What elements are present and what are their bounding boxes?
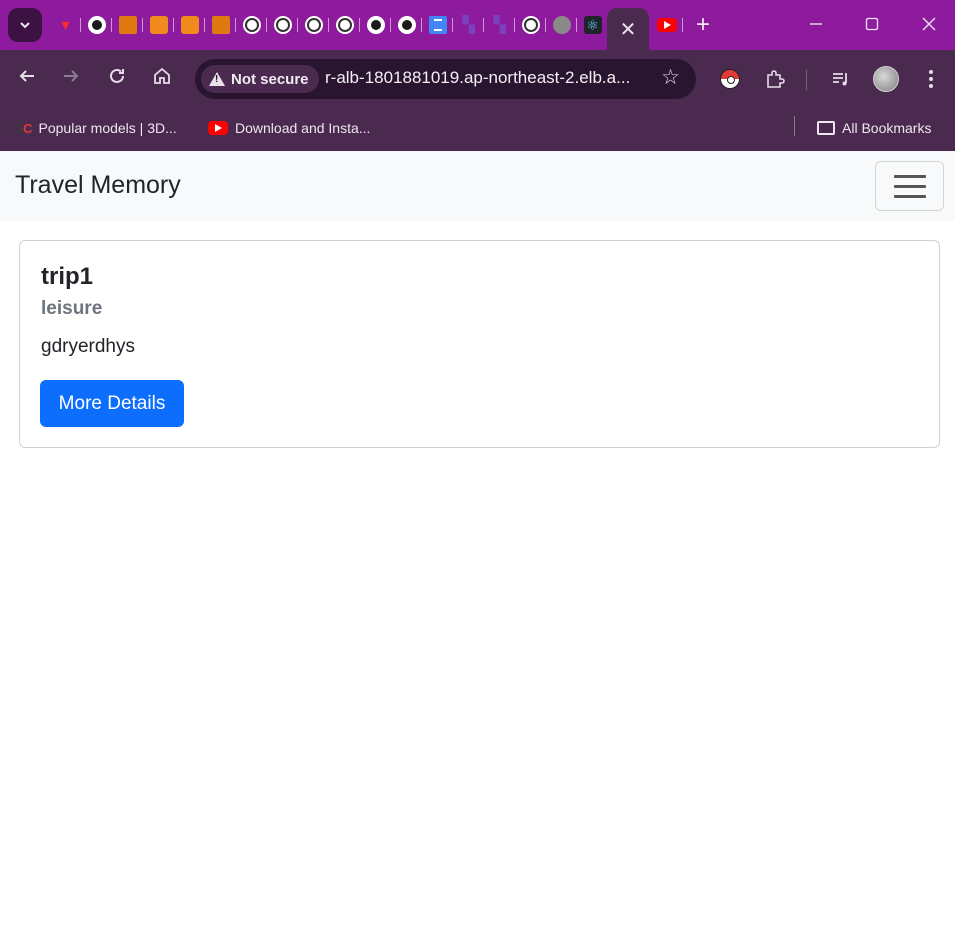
home-icon bbox=[154, 67, 170, 84]
browser-tab-strip: ▾ ▚ ▚ ⚛ ✕ + bbox=[0, 0, 955, 50]
navbar-toggler-button[interactable] bbox=[875, 161, 944, 211]
tab-globe[interactable] bbox=[546, 12, 577, 38]
tab-vercel[interactable]: ▾ bbox=[50, 12, 81, 38]
bookmarks-divider bbox=[794, 116, 795, 136]
more-details-button[interactable]: More Details bbox=[40, 380, 184, 427]
github-icon bbox=[366, 16, 385, 34]
pinned-tabs: ▾ ▚ ▚ ⚛ bbox=[50, 12, 608, 38]
bookmarks-bar: GC Popular models | 3D... Download and I… bbox=[0, 108, 955, 151]
tab-openai[interactable] bbox=[298, 12, 329, 38]
trip-title: trip1 bbox=[41, 263, 94, 290]
react-icon: ⚛ bbox=[583, 16, 602, 34]
openai-icon bbox=[521, 16, 540, 34]
url-text[interactable]: r-alb-1801881019.ap-northeast-2.elb.a... bbox=[325, 68, 645, 88]
gc-icon: GC bbox=[14, 120, 33, 136]
avatar bbox=[873, 66, 899, 92]
pokemon-extension-button[interactable] bbox=[715, 64, 745, 94]
back-arrow-icon bbox=[19, 70, 34, 82]
tab-youtube[interactable] bbox=[655, 14, 683, 36]
tab-aws[interactable] bbox=[143, 12, 174, 38]
trip-type: leisure bbox=[41, 298, 103, 319]
navbar-brand[interactable]: Travel Memory bbox=[15, 171, 181, 200]
tab-github[interactable] bbox=[391, 12, 422, 38]
back-button[interactable] bbox=[12, 64, 42, 94]
openai-icon bbox=[273, 16, 292, 34]
reload-button[interactable] bbox=[102, 64, 132, 94]
minimize-icon bbox=[810, 23, 822, 25]
tab-openai[interactable] bbox=[236, 12, 267, 38]
close-window-button[interactable] bbox=[909, 10, 949, 40]
close-tab-icon[interactable]: ✕ bbox=[620, 17, 637, 42]
terraform-icon: ▚ bbox=[493, 17, 506, 34]
tab-terraform[interactable]: ▚ bbox=[453, 12, 484, 38]
hamburger-icon-bar bbox=[893, 184, 926, 188]
address-bar[interactable]: Not secure r-alb-1801881019.ap-northeast… bbox=[195, 59, 696, 99]
tab-openai[interactable] bbox=[267, 12, 298, 38]
openai-icon bbox=[335, 16, 354, 34]
pokeball-icon bbox=[720, 69, 740, 89]
hamburger-icon-bar bbox=[893, 174, 926, 178]
docs-icon bbox=[428, 16, 447, 34]
extensions-button[interactable] bbox=[760, 64, 790, 94]
bookmark-download-install[interactable]: Download and Insta... bbox=[208, 117, 370, 139]
tab-openai[interactable] bbox=[329, 12, 360, 38]
terraform-icon: ▚ bbox=[462, 17, 475, 34]
openai-icon bbox=[304, 16, 323, 34]
active-tab[interactable]: ✕ bbox=[607, 8, 649, 50]
tab-react[interactable]: ⚛ bbox=[577, 12, 608, 38]
home-button[interactable] bbox=[147, 64, 177, 94]
chevron-down-icon bbox=[20, 22, 30, 29]
youtube-icon bbox=[208, 121, 228, 135]
tab-docs[interactable] bbox=[422, 12, 453, 38]
site-navbar: Travel Memory bbox=[0, 151, 955, 221]
aws-icon bbox=[149, 16, 168, 34]
maximize-icon bbox=[865, 17, 879, 31]
toolbar-divider bbox=[806, 70, 807, 90]
tab-aws[interactable] bbox=[205, 12, 236, 38]
globe-icon bbox=[552, 16, 571, 34]
hamburger-icon-bar bbox=[893, 194, 926, 198]
all-bookmarks-button[interactable]: All Bookmarks bbox=[817, 117, 931, 139]
warning-icon bbox=[209, 72, 225, 86]
tab-terraform[interactable]: ▚ bbox=[484, 12, 515, 38]
site-info-chip[interactable]: Not secure bbox=[201, 65, 319, 93]
minimize-button[interactable] bbox=[796, 10, 836, 40]
aws-icon bbox=[180, 16, 199, 34]
tab-aws[interactable] bbox=[112, 12, 143, 38]
browser-toolbar: Not secure r-alb-1801881019.ap-northeast… bbox=[0, 50, 955, 108]
forward-arrow-icon bbox=[64, 70, 79, 82]
tab-search-button[interactable] bbox=[8, 8, 42, 42]
bookmark-label: Download and Insta... bbox=[235, 120, 371, 136]
media-controls-button[interactable] bbox=[826, 64, 856, 94]
openai-icon bbox=[242, 16, 261, 34]
close-icon bbox=[922, 17, 936, 31]
maximize-button[interactable] bbox=[852, 10, 892, 40]
tab-openai[interactable] bbox=[515, 12, 546, 38]
menu-button[interactable] bbox=[916, 64, 946, 94]
reload-icon bbox=[110, 68, 124, 83]
github-icon bbox=[87, 16, 106, 34]
folder-icon bbox=[817, 121, 835, 135]
trip-description: gdryerdhys bbox=[41, 336, 135, 357]
tab-github[interactable] bbox=[360, 12, 391, 38]
puzzle-icon bbox=[767, 70, 785, 88]
youtube-icon bbox=[657, 18, 677, 32]
security-label: Not secure bbox=[231, 70, 309, 88]
bookmark-label: Popular models | 3D... bbox=[38, 120, 177, 136]
profile-button[interactable] bbox=[871, 64, 901, 94]
bookmark-popular-models[interactable]: GC Popular models | 3D... bbox=[14, 117, 177, 139]
vercel-icon: ▾ bbox=[61, 17, 70, 34]
new-tab-button[interactable]: + bbox=[690, 12, 716, 38]
github-icon bbox=[397, 16, 416, 34]
bookmark-star-icon[interactable]: ☆ bbox=[661, 65, 680, 90]
aws-icon bbox=[118, 16, 137, 34]
all-bookmarks-label: All Bookmarks bbox=[842, 120, 932, 136]
aws-icon bbox=[211, 16, 230, 34]
forward-button[interactable] bbox=[56, 64, 86, 94]
tab-aws[interactable] bbox=[174, 12, 205, 38]
trip-card: trip1 leisure gdryerdhys More Details bbox=[19, 240, 940, 448]
tab-github[interactable] bbox=[81, 12, 112, 38]
media-queue-icon bbox=[833, 73, 847, 86]
kebab-menu-icon bbox=[929, 70, 933, 88]
